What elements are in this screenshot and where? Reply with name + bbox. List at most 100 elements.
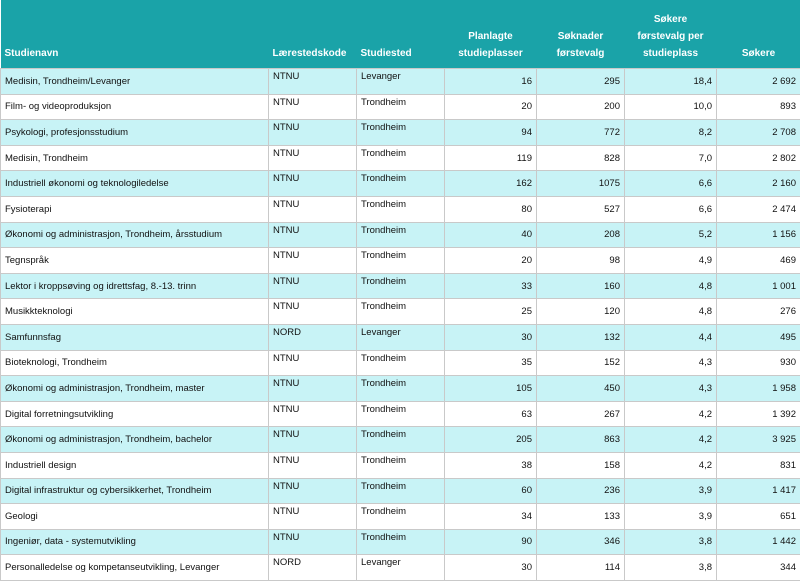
- table-row: Økonomi og administrasjon, Trondheim, ba…: [1, 427, 800, 453]
- cell-sokere-per-studieplass: 4,2: [625, 452, 717, 478]
- cell-soknader-forstevalg: 208: [537, 222, 625, 248]
- table-row: Lektor i kroppsøving og idrettsfag, 8.-1…: [1, 273, 800, 299]
- cell-sokere-per-studieplass: 3,8: [625, 529, 717, 555]
- cell-sokere-per-studieplass: 4,2: [625, 401, 717, 427]
- table-row: TegnspråkNTNUTrondheim20984,9469: [1, 248, 800, 274]
- cell-laerestedskode: NORD: [269, 324, 357, 350]
- cell-studiested: Trondheim: [357, 120, 445, 146]
- cell-sokere: 2 692: [717, 69, 800, 95]
- cell-laerestedskode: NTNU: [269, 222, 357, 248]
- cell-sokere-per-studieplass: 4,3: [625, 376, 717, 402]
- cell-soknader-forstevalg: 236: [537, 478, 625, 504]
- table-row: Økonomi og administrasjon, Trondheim, år…: [1, 222, 800, 248]
- cell-soknader-forstevalg: 772: [537, 120, 625, 146]
- cell-studienavn: Geologi: [1, 504, 269, 530]
- cell-laerestedskode: NTNU: [269, 171, 357, 197]
- cell-studiested: Trondheim: [357, 299, 445, 325]
- cell-sokere: 3 925: [717, 427, 800, 453]
- cell-planlagte-studieplasser: 20: [445, 248, 537, 274]
- cell-soknader-forstevalg: 200: [537, 94, 625, 120]
- cell-planlagte-studieplasser: 63: [445, 401, 537, 427]
- cell-soknader-forstevalg: 158: [537, 452, 625, 478]
- cell-studienavn: Digital forretningsutvikling: [1, 401, 269, 427]
- cell-planlagte-studieplasser: 16: [445, 69, 537, 95]
- cell-laerestedskode: NORD: [269, 555, 357, 581]
- cell-sokere: 930: [717, 350, 800, 376]
- cell-soknader-forstevalg: 114: [537, 555, 625, 581]
- cell-planlagte-studieplasser: 90: [445, 529, 537, 555]
- cell-sokere: 495: [717, 324, 800, 350]
- cell-laerestedskode: NTNU: [269, 120, 357, 146]
- cell-sokere-per-studieplass: 8,2: [625, 120, 717, 146]
- table-row: Personalledelse og kompetanseutvikling, …: [1, 555, 800, 581]
- cell-sokere: 1 417: [717, 478, 800, 504]
- table-row: Digital infrastruktur og cybersikkerhet,…: [1, 478, 800, 504]
- header-sokere: Søkere: [717, 0, 800, 69]
- cell-laerestedskode: NTNU: [269, 350, 357, 376]
- cell-sokere-per-studieplass: 10,0: [625, 94, 717, 120]
- cell-studiested: Trondheim: [357, 504, 445, 530]
- cell-planlagte-studieplasser: 80: [445, 196, 537, 222]
- cell-studienavn: Fysioterapi: [1, 196, 269, 222]
- cell-planlagte-studieplasser: 33: [445, 273, 537, 299]
- cell-sokere: 1 392: [717, 401, 800, 427]
- table-row: Økonomi og administrasjon, Trondheim, ma…: [1, 376, 800, 402]
- cell-sokere: 344: [717, 555, 800, 581]
- cell-sokere-per-studieplass: 18,4: [625, 69, 717, 95]
- applicants-table: Studienavn Lærestedskode Studiested Plan…: [0, 0, 800, 581]
- cell-studiested: Trondheim: [357, 427, 445, 453]
- cell-planlagte-studieplasser: 30: [445, 324, 537, 350]
- cell-soknader-forstevalg: 1075: [537, 171, 625, 197]
- cell-studiested: Trondheim: [357, 452, 445, 478]
- cell-planlagte-studieplasser: 60: [445, 478, 537, 504]
- cell-planlagte-studieplasser: 105: [445, 376, 537, 402]
- cell-sokere-per-studieplass: 5,2: [625, 222, 717, 248]
- cell-planlagte-studieplasser: 30: [445, 555, 537, 581]
- table-row: Ingeniør, data - systemutviklingNTNUTron…: [1, 529, 800, 555]
- cell-planlagte-studieplasser: 40: [445, 222, 537, 248]
- table-row: Psykologi, profesjonsstudiumNTNUTrondhei…: [1, 120, 800, 146]
- cell-soknader-forstevalg: 267: [537, 401, 625, 427]
- cell-studienavn: Økonomi og administrasjon, Trondheim, ba…: [1, 427, 269, 453]
- cell-soknader-forstevalg: 450: [537, 376, 625, 402]
- cell-laerestedskode: NTNU: [269, 196, 357, 222]
- header-soknader-forstevalg: Søknaderførstevalg: [537, 0, 625, 69]
- cell-studienavn: Samfunnsfag: [1, 324, 269, 350]
- cell-soknader-forstevalg: 120: [537, 299, 625, 325]
- header-sokere-per-studieplass: Søkereførstevalg perstudieplass: [625, 0, 717, 69]
- cell-soknader-forstevalg: 152: [537, 350, 625, 376]
- table-row: GeologiNTNUTrondheim341333,9651: [1, 504, 800, 530]
- cell-studienavn: Økonomi og administrasjon, Trondheim, år…: [1, 222, 269, 248]
- cell-sokere-per-studieplass: 3,8: [625, 555, 717, 581]
- cell-planlagte-studieplasser: 35: [445, 350, 537, 376]
- cell-studiested: Levanger: [357, 324, 445, 350]
- cell-planlagte-studieplasser: 20: [445, 94, 537, 120]
- cell-sokere-per-studieplass: 4,8: [625, 273, 717, 299]
- cell-planlagte-studieplasser: 94: [445, 120, 537, 146]
- cell-sokere-per-studieplass: 4,9: [625, 248, 717, 274]
- cell-soknader-forstevalg: 828: [537, 145, 625, 171]
- cell-sokere: 651: [717, 504, 800, 530]
- header-studiested: Studiested: [357, 0, 445, 69]
- cell-laerestedskode: NTNU: [269, 248, 357, 274]
- cell-laerestedskode: NTNU: [269, 504, 357, 530]
- cell-studienavn: Film- og videoproduksjon: [1, 94, 269, 120]
- cell-studiested: Trondheim: [357, 248, 445, 274]
- header-planlagte-studieplasser: Planlagtestudieplasser: [445, 0, 537, 69]
- cell-studiested: Trondheim: [357, 273, 445, 299]
- cell-sokere: 1 156: [717, 222, 800, 248]
- cell-sokere-per-studieplass: 6,6: [625, 196, 717, 222]
- table-row: Digital forretningsutviklingNTNUTrondhei…: [1, 401, 800, 427]
- table-row: SamfunnsfagNORDLevanger301324,4495: [1, 324, 800, 350]
- cell-laerestedskode: NTNU: [269, 273, 357, 299]
- cell-laerestedskode: NTNU: [269, 478, 357, 504]
- cell-soknader-forstevalg: 346: [537, 529, 625, 555]
- cell-studienavn: Ingeniør, data - systemutvikling: [1, 529, 269, 555]
- cell-sokere: 1 442: [717, 529, 800, 555]
- cell-studienavn: Medisin, Trondheim: [1, 145, 269, 171]
- cell-sokere: 2 708: [717, 120, 800, 146]
- cell-studienavn: Personalledelse og kompetanseutvikling, …: [1, 555, 269, 581]
- cell-studiested: Trondheim: [357, 222, 445, 248]
- header-studienavn: Studienavn: [1, 0, 269, 69]
- cell-sokere-per-studieplass: 4,3: [625, 350, 717, 376]
